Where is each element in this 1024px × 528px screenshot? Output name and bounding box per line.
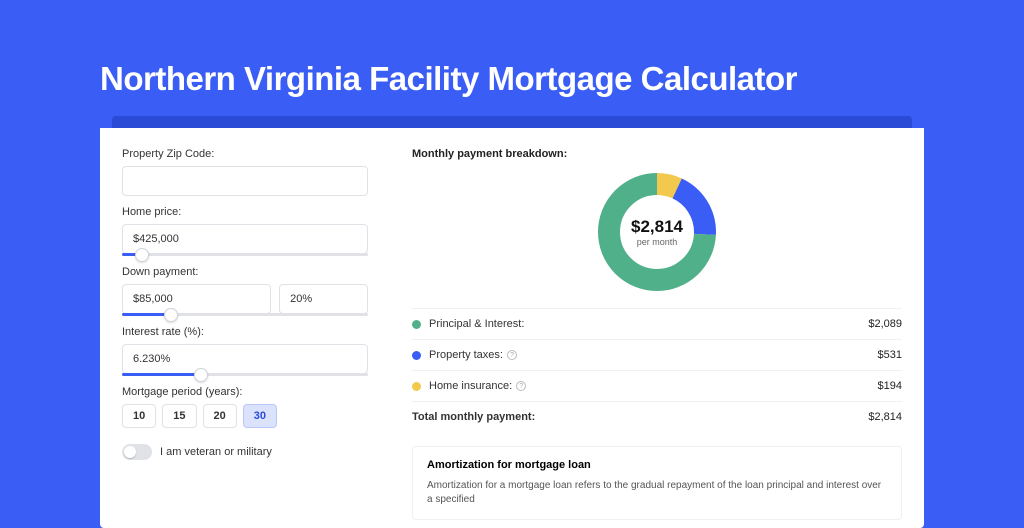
rate-slider[interactable] xyxy=(122,373,368,376)
rate-slider-thumb[interactable] xyxy=(194,368,208,382)
dot-icon xyxy=(412,382,421,391)
period-30-button[interactable]: 30 xyxy=(243,404,277,428)
zip-input[interactable] xyxy=(122,166,368,196)
zip-field: Property Zip Code: xyxy=(122,148,368,196)
down-amount-input[interactable] xyxy=(122,284,271,314)
total-value: $2,814 xyxy=(868,411,902,423)
breakdown-column: Monthly payment breakdown: $2,814 per mo… xyxy=(390,128,924,528)
price-label: Home price: xyxy=(122,206,368,218)
legend-row-taxes: Property taxes: ? $531 xyxy=(412,339,902,370)
legend-row-principal: Principal & Interest: $2,089 xyxy=(412,308,902,339)
rate-input[interactable] xyxy=(122,344,368,374)
rate-slider-fill xyxy=(122,373,201,376)
donut-value: $2,814 xyxy=(631,217,683,237)
page-title: Northern Virginia Facility Mortgage Calc… xyxy=(100,60,924,98)
down-label: Down payment: xyxy=(122,266,368,278)
period-20-button[interactable]: 20 xyxy=(203,404,237,428)
down-field: Down payment: xyxy=(122,266,368,316)
info-icon[interactable]: ? xyxy=(507,350,517,360)
legend-label-principal: Principal & Interest: xyxy=(429,318,868,330)
amortization-title: Amortization for mortgage loan xyxy=(427,459,887,471)
legend-value-insurance: $194 xyxy=(878,380,902,392)
zip-label: Property Zip Code: xyxy=(122,148,368,160)
veteran-label: I am veteran or military xyxy=(160,446,272,458)
price-slider-thumb[interactable] xyxy=(135,248,149,262)
donut-wrap: $2,814 per month xyxy=(412,172,902,292)
price-input[interactable] xyxy=(122,224,368,254)
period-15-button[interactable]: 15 xyxy=(162,404,196,428)
down-slider[interactable] xyxy=(122,313,368,316)
veteran-toggle[interactable] xyxy=(122,444,152,460)
period-buttons: 10 15 20 30 xyxy=(122,404,368,428)
legend-label-taxes-text: Property taxes: xyxy=(429,349,503,361)
panel-shadow xyxy=(112,116,912,128)
page-root: Northern Virginia Facility Mortgage Calc… xyxy=(0,0,1024,528)
veteran-toggle-knob xyxy=(124,446,136,458)
period-label: Mortgage period (years): xyxy=(122,386,368,398)
down-percent-input[interactable] xyxy=(279,284,368,314)
legend-value-principal: $2,089 xyxy=(868,318,902,330)
donut-subtext: per month xyxy=(637,237,678,247)
donut-center: $2,814 per month xyxy=(597,172,717,292)
legend-row-insurance: Home insurance: ? $194 xyxy=(412,370,902,401)
dot-icon xyxy=(412,351,421,360)
period-10-button[interactable]: 10 xyxy=(122,404,156,428)
amortization-body: Amortization for a mortgage loan refers … xyxy=(427,479,887,507)
total-label: Total monthly payment: xyxy=(412,411,868,423)
period-field: Mortgage period (years): 10 15 20 30 xyxy=(122,386,368,428)
legend-value-taxes: $531 xyxy=(878,349,902,361)
price-slider[interactable] xyxy=(122,253,368,256)
veteran-row: I am veteran or military xyxy=(122,444,368,460)
form-column: Property Zip Code: Home price: Down paym… xyxy=(100,128,390,528)
rate-label: Interest rate (%): xyxy=(122,326,368,338)
legend-label-insurance-text: Home insurance: xyxy=(429,380,512,392)
total-row: Total monthly payment: $2,814 xyxy=(412,401,902,432)
amortization-box: Amortization for mortgage loan Amortizat… xyxy=(412,446,902,520)
info-icon[interactable]: ? xyxy=(516,381,526,391)
payment-donut-chart: $2,814 per month xyxy=(597,172,717,292)
rate-field: Interest rate (%): xyxy=(122,326,368,376)
price-field: Home price: xyxy=(122,206,368,256)
legend-label-insurance: Home insurance: ? xyxy=(429,380,878,392)
down-slider-thumb[interactable] xyxy=(164,308,178,322)
dot-icon xyxy=(412,320,421,329)
calculator-panel: Property Zip Code: Home price: Down paym… xyxy=(100,128,924,528)
legend-label-taxes: Property taxes: ? xyxy=(429,349,878,361)
breakdown-title: Monthly payment breakdown: xyxy=(412,148,902,160)
